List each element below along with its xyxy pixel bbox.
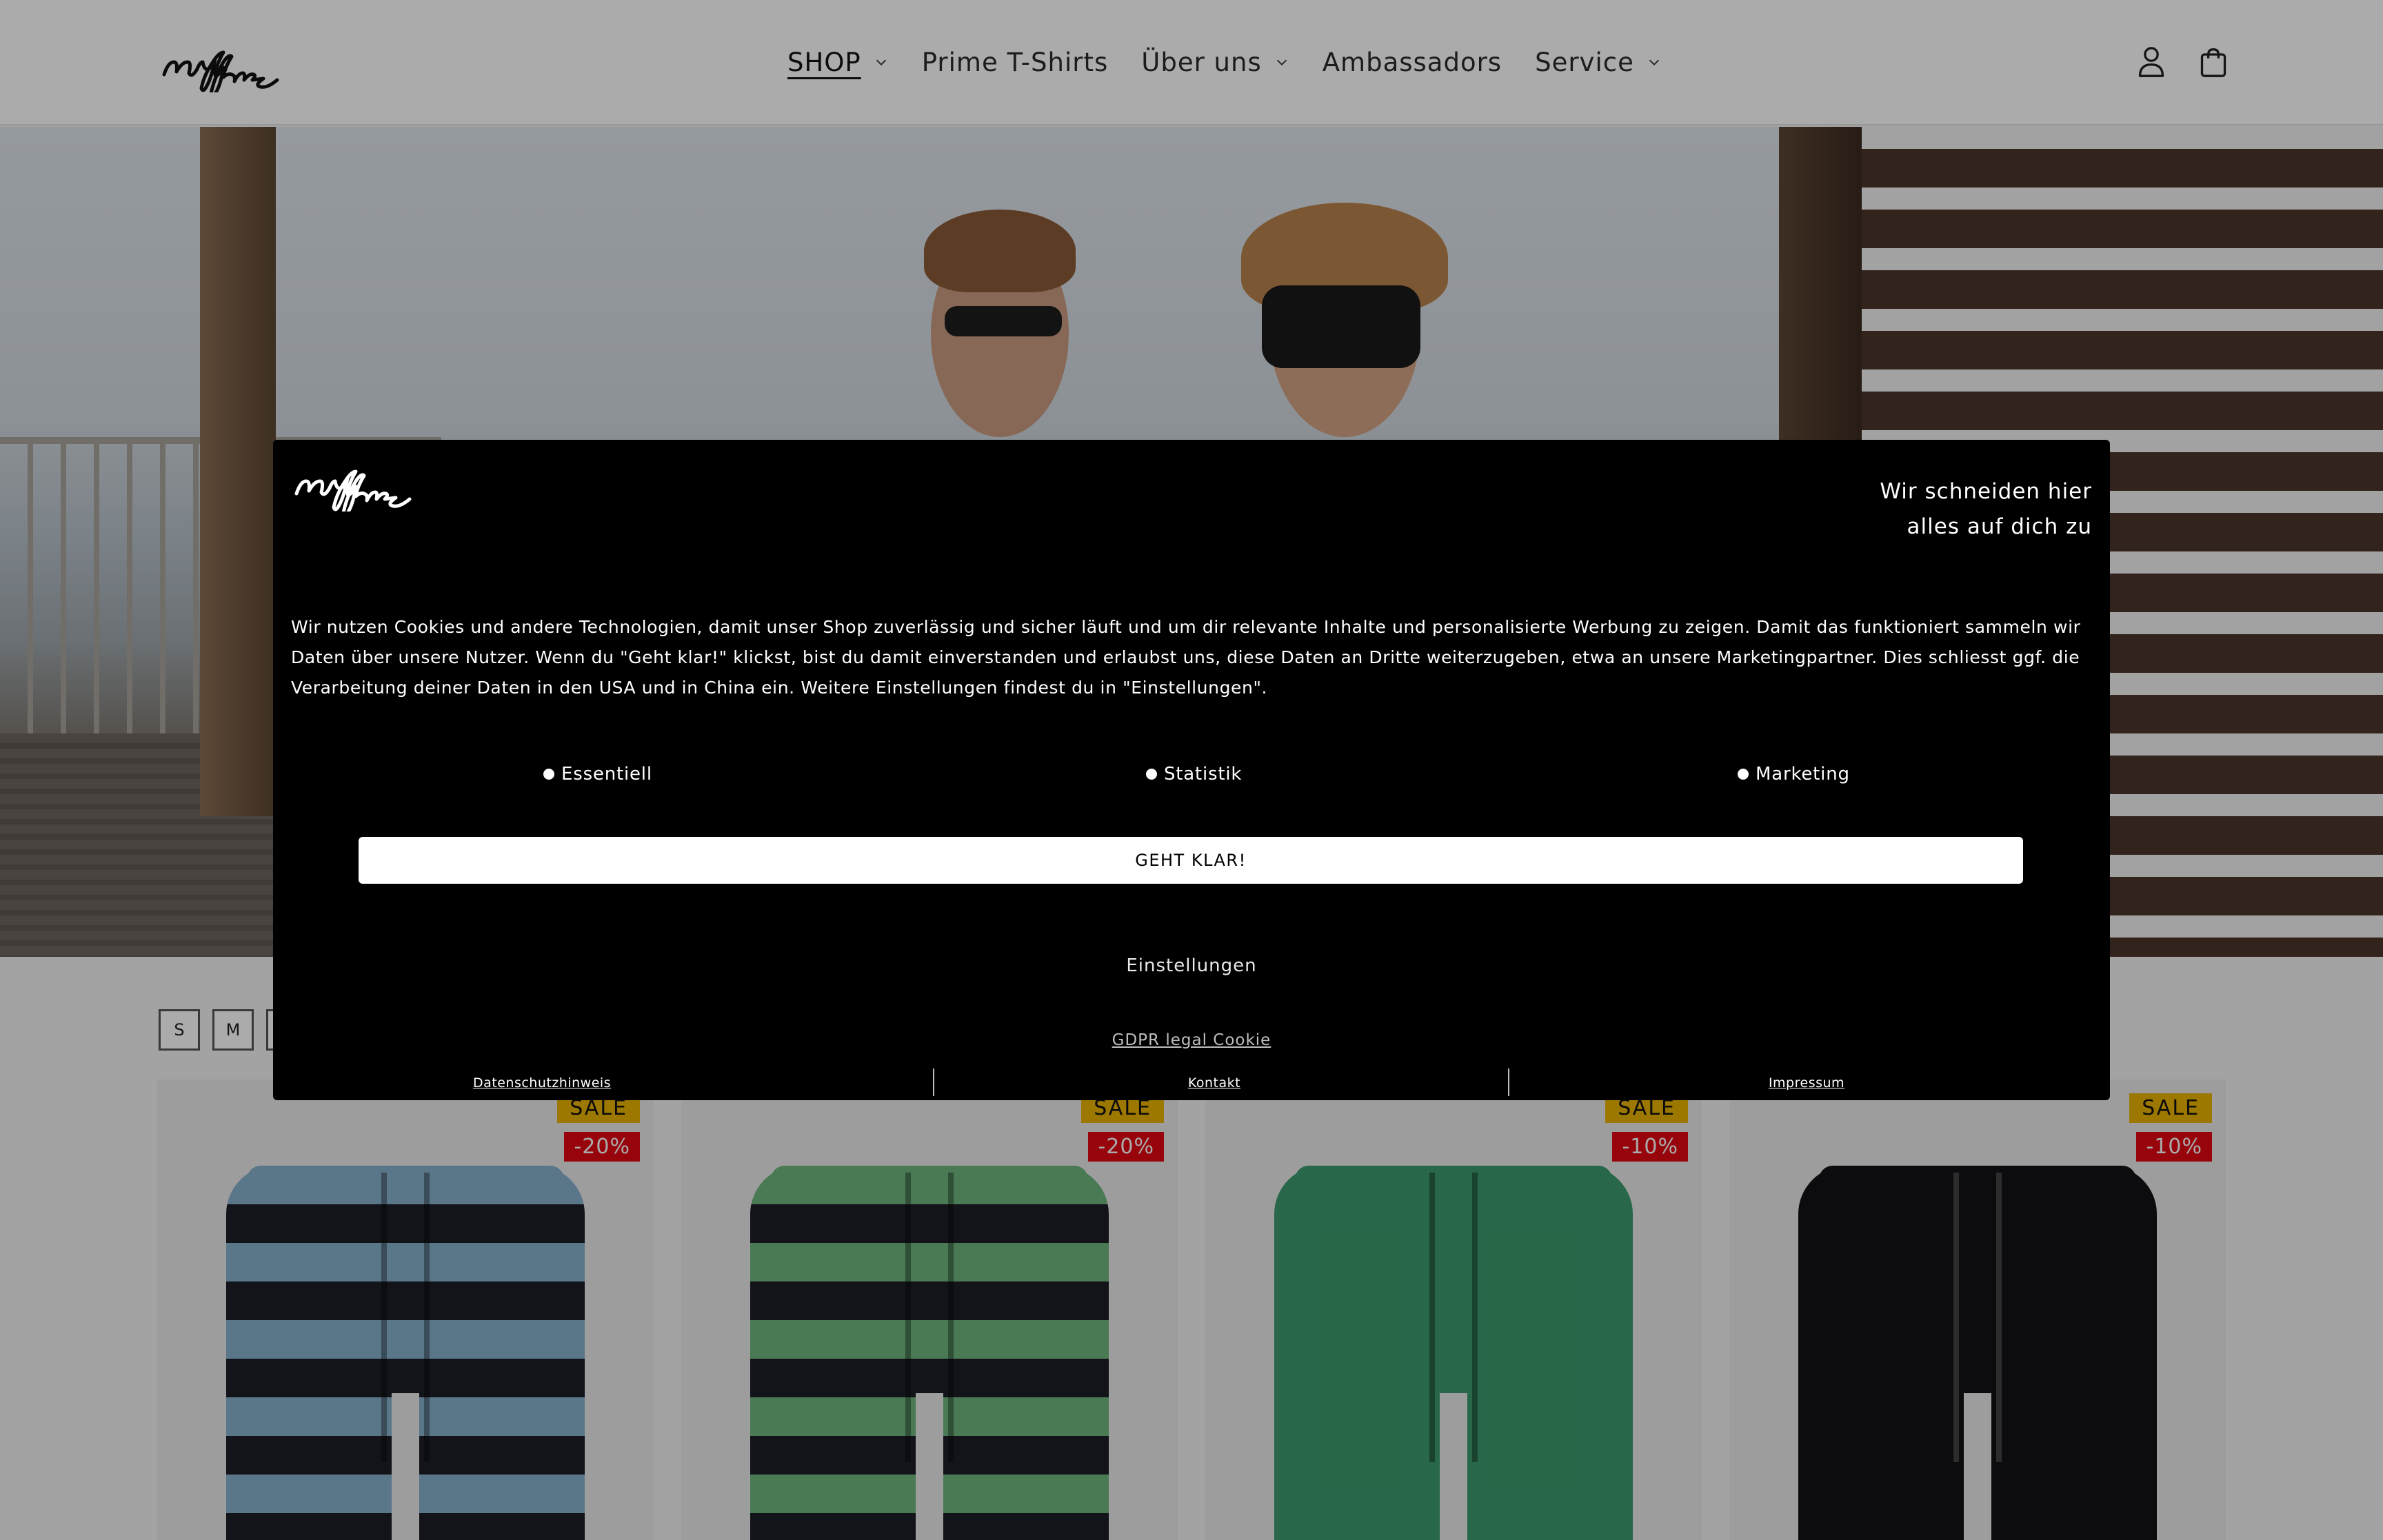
- divider: [1508, 1068, 1509, 1096]
- accept-cookies-button[interactable]: GEHT KLAR!: [359, 837, 2023, 884]
- toggle-essentiell[interactable]: Essentiell: [543, 764, 652, 784]
- divider: [933, 1068, 934, 1096]
- cookie-categories: Essentiell Statistik Marketing: [273, 764, 2110, 798]
- tagline-line: Wir schneiden hier: [1880, 479, 2092, 504]
- cookie-tagline: Wir schneiden hier alles auf dich zu: [1816, 474, 2092, 545]
- imprint-link[interactable]: Impressum: [1765, 1075, 1848, 1091]
- privacy-link[interactable]: Datenschutzhinweis: [473, 1075, 611, 1091]
- tagline-line: alles auf dich zu: [1907, 514, 2092, 539]
- toggle-label: Marketing: [1756, 764, 1850, 784]
- toggle-label: Essentiell: [561, 764, 652, 784]
- cookie-description: Wir nutzen Cookies und andere Technologi…: [291, 617, 2081, 698]
- toggle-dot-icon: [543, 769, 554, 780]
- toggle-dot-icon: [1146, 769, 1157, 780]
- settings-link[interactable]: Einstellungen: [273, 955, 2110, 976]
- cookie-consent-dialog: Wir schneiden hier alles auf dich zu Wir…: [273, 440, 2110, 1100]
- toggle-label: Statistik: [1164, 764, 1243, 784]
- toggle-dot-icon: [1738, 769, 1749, 780]
- toggle-statistik[interactable]: Statistik: [1146, 764, 1242, 784]
- nuffinz-logo: [294, 469, 412, 511]
- cookie-footer-links: Datenschutzhinweis Kontakt Impressum: [273, 1068, 2110, 1096]
- gdpr-link[interactable]: GDPR legal Cookie: [273, 1031, 2110, 1049]
- contact-link[interactable]: Kontakt: [1183, 1075, 1245, 1091]
- toggle-marketing[interactable]: Marketing: [1738, 764, 1850, 784]
